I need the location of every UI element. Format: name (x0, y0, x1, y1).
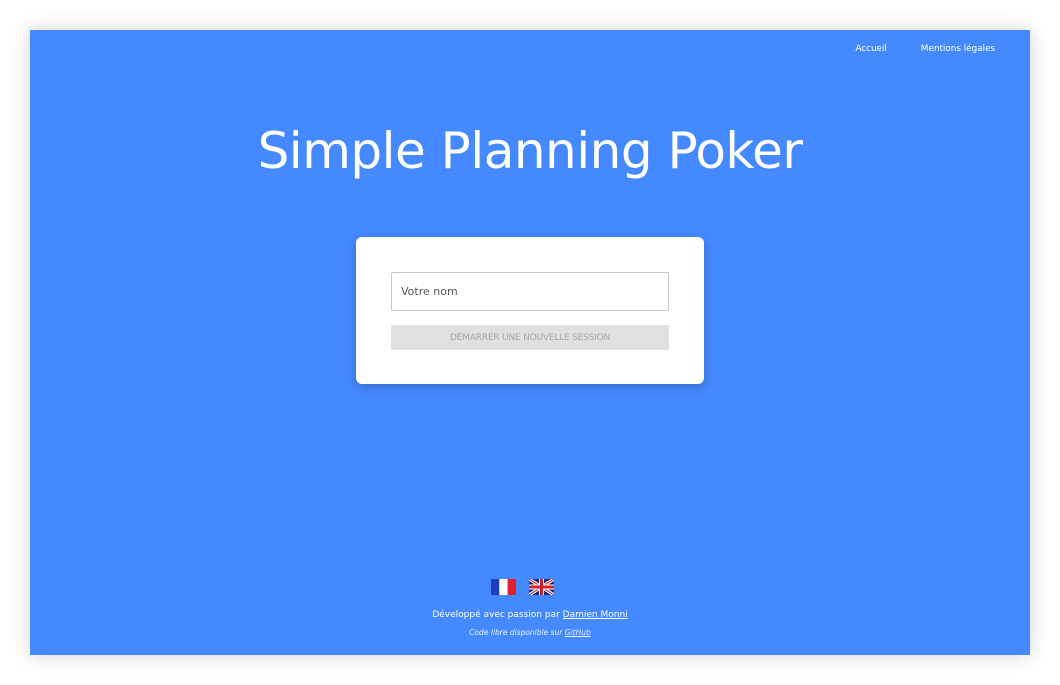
footer-source-text: Code libre disponible sur (469, 628, 563, 637)
app-window: Accueil Mentions légales Simple Planning… (30, 30, 1030, 655)
top-navigation: Accueil Mentions légales (855, 44, 995, 54)
uk-flag-icon[interactable] (529, 579, 554, 595)
french-flag-icon[interactable] (491, 579, 516, 595)
nav-link-home[interactable]: Accueil (855, 44, 887, 54)
page-title: Simple Planning Poker (257, 122, 803, 180)
session-card: DÉMARRER UNE NOUVELLE SESSION (356, 237, 704, 384)
github-link[interactable]: GitHub (565, 628, 591, 637)
footer-credits: Développé avec passion par Damien Monni (30, 610, 1030, 620)
footer-source: Code libre disponible sur GitHub (30, 628, 1030, 637)
nav-link-legal[interactable]: Mentions légales (921, 44, 995, 54)
name-input[interactable] (391, 272, 669, 311)
start-session-button[interactable]: DÉMARRER UNE NOUVELLE SESSION (391, 325, 669, 350)
author-link[interactable]: Damien Monni (563, 610, 628, 620)
footer-developed-text: Développé avec passion par (432, 610, 560, 620)
language-switcher (491, 579, 554, 595)
